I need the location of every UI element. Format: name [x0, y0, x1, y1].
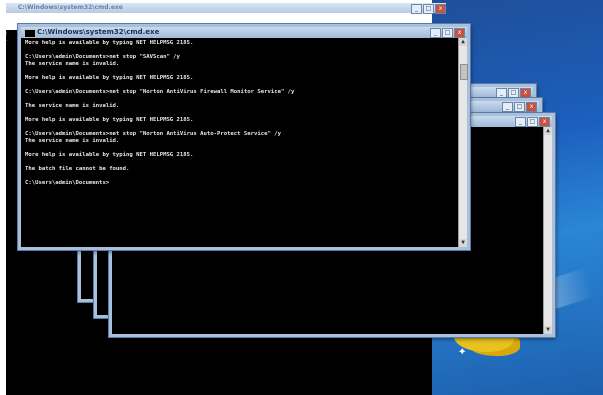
close-button[interactable]: x	[454, 28, 465, 38]
window-title: C:\Windows\system32\cmd.exe	[37, 28, 160, 36]
scrollbar[interactable]: ▲ ▼	[458, 38, 468, 247]
minimize-button[interactable]: _	[502, 102, 513, 112]
caption-buttons: _ □ x	[496, 88, 531, 98]
titlebar[interactable]: C:\Windows\system32\cmd.exe _ □ x	[21, 27, 467, 38]
console-line: C:\Users\admin\Documents>net stop "Norto…	[25, 131, 281, 137]
fragment-line: Cd	[0, 31, 7, 37]
console-line: More help is available by typing NET HEL…	[25, 117, 194, 123]
desktop: ✦ C:\Windows\system32\cmd.exe _ □ x C: C…	[0, 0, 603, 395]
close-button[interactable]: x	[526, 102, 537, 112]
close-button[interactable]: x	[520, 88, 531, 98]
console-line: The service name is invalid.	[25, 61, 120, 67]
caption-buttons: _ □ x	[430, 28, 465, 38]
cmd-icon	[24, 29, 36, 38]
console-line: The service name is invalid.	[25, 103, 120, 109]
caption-buttons: _ □ x	[515, 117, 550, 127]
scroll-up-icon[interactable]: ▲	[459, 38, 467, 46]
fragment-line: Er	[0, 39, 7, 45]
back-window-titlebar[interactable]: C:\Windows\system32\cmd.exe _ □ x	[6, 3, 446, 14]
scroll-thumb[interactable]	[460, 64, 468, 80]
scroll-down-icon[interactable]: ▼	[459, 239, 467, 247]
console-line: The batch file cannot be found.	[25, 166, 130, 172]
caption-buttons: _ □ x	[502, 102, 537, 112]
console-line: More help is available by typing NET HEL…	[25, 40, 194, 46]
fragment-line: C:	[0, 23, 7, 29]
back-window-caption-buttons: _ □ x	[411, 4, 446, 14]
console-output[interactable]: More help is available by typing NET HEL…	[25, 40, 455, 245]
back-maximize-button[interactable]: □	[423, 4, 434, 14]
console-line: The service name is invalid.	[25, 138, 120, 144]
scroll-down-icon[interactable]: ▼	[544, 326, 552, 334]
scrollbar[interactable]: ▲ ▼	[543, 127, 552, 334]
back-window-text-fragment: C: Cd Er	[0, 22, 8, 62]
maximize-button[interactable]: □	[442, 28, 453, 38]
console-line: C:\Users\admin\Documents>net stop "SAVSc…	[25, 54, 180, 60]
back-window-title: C:\Windows\system32\cmd.exe	[18, 4, 123, 11]
back-minimize-button[interactable]: _	[411, 4, 422, 14]
scroll-up-icon[interactable]: ▲	[544, 127, 552, 135]
maximize-button[interactable]: □	[514, 102, 525, 112]
minimize-button[interactable]: _	[430, 28, 441, 38]
console-line: More help is available by typing NET HEL…	[25, 75, 194, 81]
back-close-button[interactable]: x	[435, 4, 446, 14]
wallpaper-sparkle-icon: ✦	[458, 343, 467, 359]
maximize-button[interactable]: □	[527, 117, 538, 127]
console-line: C:\Users\admin\Documents>net stop "Norto…	[25, 89, 295, 95]
minimize-button[interactable]: _	[515, 117, 526, 127]
console-line: More help is available by typing NET HEL…	[25, 152, 194, 158]
console-line: C:\Users\admin\Documents>	[25, 180, 110, 186]
maximize-button[interactable]: □	[508, 88, 519, 98]
close-button[interactable]: x	[539, 117, 550, 127]
minimize-button[interactable]: _	[496, 88, 507, 98]
cmd-window-front[interactable]: C:\Windows\system32\cmd.exe _ □ x More h…	[18, 24, 470, 250]
